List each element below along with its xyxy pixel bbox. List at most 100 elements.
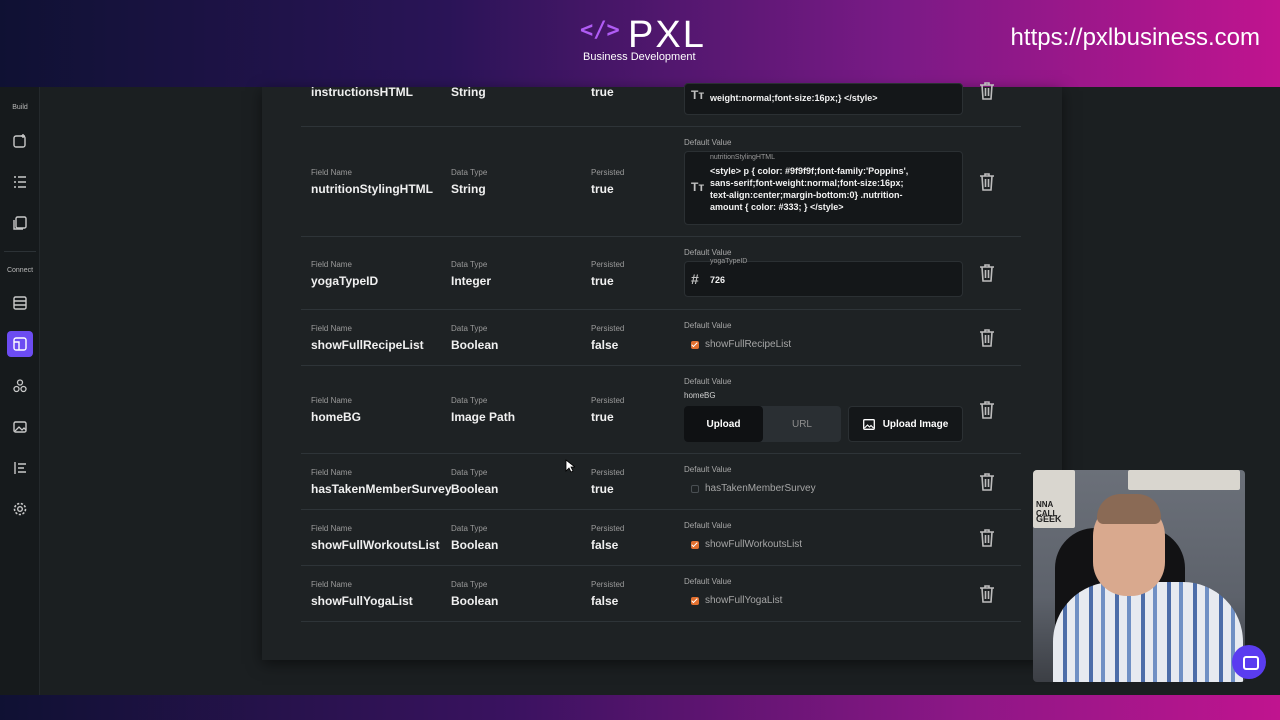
logic-icon[interactable] [9, 457, 31, 479]
person-shirt [1053, 582, 1243, 682]
field-name-value: yogaTypeID [311, 274, 379, 288]
upload-tab-button[interactable]: Upload [684, 406, 763, 442]
field-name-value: instructionsHTML [311, 85, 413, 99]
default-value-checkbox[interactable] [691, 541, 699, 549]
webcam-overlay: NNA CALL GEEK [1033, 470, 1245, 682]
data-type-label: Data Type [451, 324, 488, 333]
list-icon[interactable] [9, 171, 31, 193]
url-tab-button[interactable]: URL [763, 406, 841, 442]
build-section-label: Build [12, 104, 28, 111]
field-row-homeBG: Field Name homeBG Data Type Image Path P… [301, 366, 1021, 454]
data-type-value: String [451, 182, 486, 196]
default-value-label: Default Value [684, 138, 732, 147]
default-value-input[interactable]: nutritionStylingHTML Tт <style> p { colo… [684, 151, 963, 225]
checkbox-label: showFullYogaList [705, 595, 783, 606]
video-banner: </> PXL Business Development https://pxl… [0, 0, 1280, 87]
data-type-value: Image Path [451, 410, 516, 424]
checkbox-label: hasTakenMemberSurvey [705, 483, 816, 494]
data-type-label: Data Type [451, 168, 488, 177]
input-floating-label: yogaTypeID [710, 258, 748, 265]
input-floating-label: nutritionStylingHTML [710, 154, 775, 161]
person-hair [1097, 494, 1161, 524]
upload-url-toggle: Upload URL [684, 406, 841, 442]
persisted-value: true [591, 85, 614, 99]
integrations-icon[interactable] [9, 375, 31, 397]
checkbox-label: showFullWorkoutsList [705, 539, 803, 550]
add-screen-icon[interactable] [9, 130, 31, 152]
field-name-value: showFullWorkoutsList [311, 538, 440, 552]
default-value-text: 726 [710, 275, 726, 285]
upload-image-label: Upload Image [882, 418, 949, 430]
persisted-label: Persisted [591, 260, 625, 269]
data-type-value: String [451, 85, 486, 99]
field-name-value: nutritionStylingHTML [311, 182, 433, 196]
hash-icon: # [691, 271, 699, 287]
data-type-value: Boolean [451, 482, 499, 496]
data-type-label: Data Type [451, 260, 488, 269]
data-type-value: Boolean [451, 538, 499, 552]
wall-sign-top [1128, 470, 1240, 490]
persisted-value: true [591, 274, 614, 288]
default-value-label: Default Value [684, 321, 732, 330]
field-name-value: homeBG [311, 410, 362, 424]
upload-image-button[interactable]: Upload Image [848, 406, 963, 442]
persisted-value: true [591, 410, 614, 424]
persisted-value: false [591, 338, 619, 352]
bottom-banner [0, 695, 1280, 720]
logo-subtitle: Business Development [583, 51, 696, 63]
trash-icon[interactable] [978, 328, 996, 348]
default-value-checkbox[interactable] [691, 341, 699, 349]
data-type-value: Boolean [451, 338, 499, 352]
default-value-checkbox[interactable] [691, 485, 699, 493]
trash-icon[interactable] [978, 400, 996, 420]
field-name-label: Field Name [311, 468, 352, 477]
persisted-label: Persisted [591, 468, 625, 477]
data-type-label: Data Type [451, 468, 488, 477]
default-value-label: Default Value [684, 377, 732, 386]
mouse-cursor-icon [565, 459, 575, 473]
trash-icon[interactable] [978, 263, 996, 283]
persisted-label: Persisted [591, 580, 625, 589]
persisted-label: Persisted [591, 396, 625, 405]
default-value-input[interactable]: yogaTypeID # 726 [684, 258, 963, 297]
wall-poster: NNA CALL GEEK [1033, 470, 1075, 528]
persisted-value: true [591, 182, 614, 196]
field-name-label: Field Name [311, 580, 352, 589]
trash-icon[interactable] [978, 172, 996, 192]
default-value-line-2: sans-serif;font-weight:normal;font-size:… [710, 178, 904, 188]
website-url: https://pxlbusiness.com [1010, 24, 1260, 51]
default-value-checkbox[interactable] [691, 597, 699, 605]
left-sidebar: Build Connect [0, 87, 40, 695]
trash-icon[interactable] [978, 528, 996, 548]
app-variables-icon[interactable] [7, 331, 33, 357]
trash-icon[interactable] [978, 81, 996, 101]
poster-text-geek: GEEK [1036, 514, 1062, 524]
code-brackets-icon: </> [580, 18, 620, 43]
field-row-showFullWorkoutsList: Field Name showFullWorkoutsList Data Typ… [301, 510, 1021, 566]
field-name-value: hasTakenMemberSurvey [311, 482, 452, 496]
media-icon[interactable] [9, 416, 31, 438]
default-value-line-4: amount { color: #333; } </style> [710, 202, 844, 212]
default-value-input[interactable]: Tт weight:normal;font-size:16px;} </styl… [684, 83, 963, 115]
data-type-label: Data Type [451, 580, 488, 589]
default-value-label: Default Value [684, 465, 732, 474]
persisted-label: Persisted [591, 324, 625, 333]
data-type-value: Boolean [451, 594, 499, 608]
default-value-sublabel: homeBG [684, 391, 716, 400]
field-name-label: Field Name [311, 324, 352, 333]
chat-support-icon[interactable] [1232, 645, 1266, 679]
pages-icon[interactable] [9, 212, 31, 234]
connect-section-label: Connect [6, 267, 34, 274]
trash-icon[interactable] [978, 584, 996, 604]
trash-icon[interactable] [978, 472, 996, 492]
data-type-label: Data Type [451, 524, 488, 533]
default-value-line-1: <style> p { color: #9f9f9f;font-family:'… [710, 166, 909, 176]
settings-icon[interactable] [9, 498, 31, 520]
screen: </> PXL Business Development https://pxl… [0, 0, 1280, 720]
field-row-showFullYogaList: Field Name showFullYogaList Data Type Bo… [301, 566, 1021, 622]
default-value-line-3: text-align:center;margin-bottom:0} .nutr… [710, 190, 903, 200]
database-icon[interactable] [9, 292, 31, 314]
field-row-yogaTypeID: Field Name yogaTypeID Data Type Integer … [301, 237, 1021, 310]
default-value-label: Default Value [684, 577, 732, 586]
field-name-label: Field Name [311, 524, 352, 533]
